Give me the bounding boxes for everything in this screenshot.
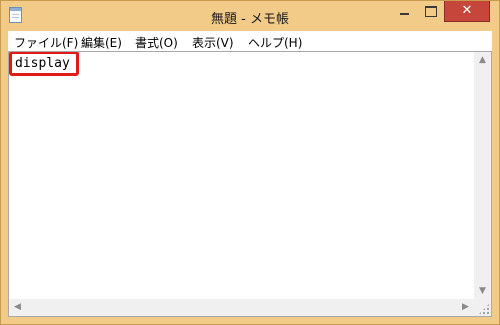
menu-help[interactable]: ヘルプ(H): [248, 34, 302, 51]
notepad-window: 無題 - メモ帳 ✕ ファイル(F) 編集(E) 書式(O) 表示(V) ヘルプ…: [0, 0, 500, 325]
vertical-scrollbar[interactable]: ▲ ▼: [474, 52, 491, 300]
resize-grip-icon[interactable]: [478, 303, 490, 315]
close-button[interactable]: ✕: [444, 1, 490, 22]
minimize-button[interactable]: [391, 1, 417, 22]
menu-file[interactable]: ファイル(F): [14, 34, 78, 51]
scroll-left-icon[interactable]: ◀: [9, 299, 26, 316]
menu-edit[interactable]: 編集(E): [81, 34, 122, 51]
text-editor-area[interactable]: display ▲ ▼ ◀ ▶: [8, 51, 492, 317]
menu-bar: ファイル(F) 編集(E) 書式(O) 表示(V) ヘルプ(H): [8, 31, 492, 51]
scroll-down-icon[interactable]: ▼: [474, 283, 491, 300]
close-icon: ✕: [461, 3, 473, 18]
title-bar[interactable]: 無題 - メモ帳 ✕: [1, 1, 499, 31]
menu-view[interactable]: 表示(V): [192, 34, 234, 51]
scroll-right-icon[interactable]: ▶: [457, 299, 474, 316]
maximize-button[interactable]: [417, 1, 443, 22]
scrollbar-corner: [474, 299, 491, 316]
menu-format[interactable]: 書式(O): [135, 34, 178, 51]
scroll-up-icon[interactable]: ▲: [474, 52, 491, 69]
highlight-annotation-box: [9, 52, 79, 76]
horizontal-scrollbar[interactable]: ◀ ▶: [9, 299, 474, 316]
